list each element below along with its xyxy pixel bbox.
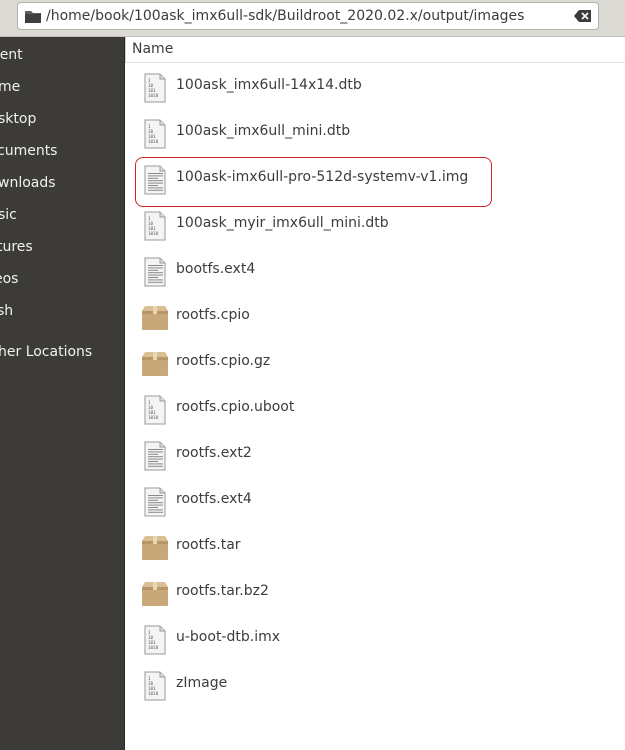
sidebar-item-label: tures [0,239,33,255]
file-name: 100ask_imx6ull_mini.dtb [176,123,351,139]
file-row[interactable]: rootfs.ext4 [125,478,625,524]
file-list: Name 1 10 101 1010 100ask_imx6ull-14x14.dtb 1… [125,37,625,750]
folder-icon [25,11,41,23]
file-name: u-boot-dtb.imx [176,629,281,645]
file-row[interactable]: rootfs.tar [125,524,625,570]
svg-text:1010: 1010 [148,93,159,98]
column-separator [125,37,126,63]
file-name: zImage [176,675,228,691]
svg-text:1010: 1010 [148,645,159,650]
sidebar-item-pictures[interactable]: tures [0,234,33,260]
file-row[interactable]: rootfs.ext2 [125,432,625,478]
text-file-icon [144,165,166,195]
file-row[interactable]: bootfs.ext4 [125,248,625,294]
location-path-text[interactable]: /home/book/100ask_imx6ull-sdk/Buildroot_… [46,8,574,24]
svg-text:1010: 1010 [148,231,159,236]
package-icon [142,352,168,376]
binary-file-icon: 1101011010 [144,395,166,425]
text-file-icon [144,257,166,287]
sidebar-item-label: me [0,79,21,95]
file-row[interactable]: rootfs.cpio.gz [125,340,625,386]
column-header-label: Name [132,41,174,57]
package-icon [142,306,168,330]
binary-file-icon: 1101011010 [144,211,166,241]
sidebar-item-trash[interactable]: sh [0,298,13,324]
file-name: rootfs.tar [176,537,241,553]
file-row[interactable]: rootfs.cpio [125,294,625,340]
column-header-name[interactable]: Name [125,37,625,63]
sidebar-item-recent[interactable]: cent [0,42,23,68]
file-name: rootfs.cpio.uboot [176,399,295,415]
text-file-icon [144,487,166,517]
text-file-icon [144,441,166,471]
binary-file-icon: 1101011010 [144,625,166,655]
sidebar-item-downloads[interactable]: wnloads [0,170,56,196]
file-name: rootfs.cpio.gz [176,353,271,369]
sidebar-item-documents[interactable]: cuments [0,138,57,164]
sidebar: cent me sktop cuments wnloads sic tures … [0,37,124,750]
file-row[interactable]: 1 10 101 1010 100ask_imx6ull-14x14.dtb [125,64,625,110]
file-name: rootfs.cpio [176,307,250,323]
header-bar: /home/book/100ask_imx6ull-sdk/Buildroot_… [0,0,625,37]
clear-icon[interactable] [574,9,592,23]
file-name: rootfs.ext2 [176,445,252,461]
sidebar-item-label: cuments [0,143,58,159]
file-name: rootfs.ext4 [176,491,252,507]
file-name: 100ask-imx6ull-pro-512d-systemv-v1.img [176,169,469,185]
file-row[interactable]: 1 10 101 1010 rootfs.cpio.uboot [125,386,625,432]
binary-file-icon: 1101011010 [144,119,166,149]
sidebar-item-other-locations[interactable]: her Locations [0,339,92,365]
binary-file-icon: 1101011010 [144,73,166,103]
location-entry[interactable]: /home/book/100ask_imx6ull-sdk/Buildroot_… [17,2,599,30]
sidebar-item-label: cent [0,47,23,63]
file-row[interactable]: 1 10 101 1010 zImage [125,662,625,708]
sidebar-item-label: sktop [0,111,37,127]
sidebar-item-label: sic [0,207,17,223]
binary-file-icon: 1101011010 [144,671,166,701]
file-row[interactable]: rootfs.tar.bz2 [125,570,625,616]
svg-text:1010: 1010 [148,139,159,144]
package-icon [142,536,168,560]
file-row[interactable]: 1 10 101 1010 100ask_myir_imx6ull_mini.dtb [125,202,625,248]
sidebar-item-home[interactable]: me [0,74,20,100]
sidebar-item-videos[interactable]: eos [0,266,18,292]
file-name: bootfs.ext4 [176,261,256,277]
sidebar-item-music[interactable]: sic [0,202,17,228]
file-row[interactable]: 100ask-imx6ull-pro-512d-systemv-v1.img [125,156,625,202]
file-name: 100ask_myir_imx6ull_mini.dtb [176,215,389,231]
package-icon [142,582,168,606]
file-name: 100ask_imx6ull-14x14.dtb [176,77,362,93]
file-row[interactable]: 1 10 101 1010 u-boot-dtb.imx [125,616,625,662]
file-name: rootfs.tar.bz2 [176,583,269,599]
sidebar-item-label: sh [0,303,14,319]
sidebar-item-label: wnloads [0,175,56,191]
sidebar-item-label: her Locations [0,344,93,360]
svg-text:1010: 1010 [148,691,159,696]
file-row[interactable]: 1 10 101 1010 100ask_imx6ull_mini.dtb [125,110,625,156]
sidebar-item-label: eos [0,271,19,287]
svg-text:1010: 1010 [148,415,159,420]
sidebar-item-desktop[interactable]: sktop [0,106,36,132]
